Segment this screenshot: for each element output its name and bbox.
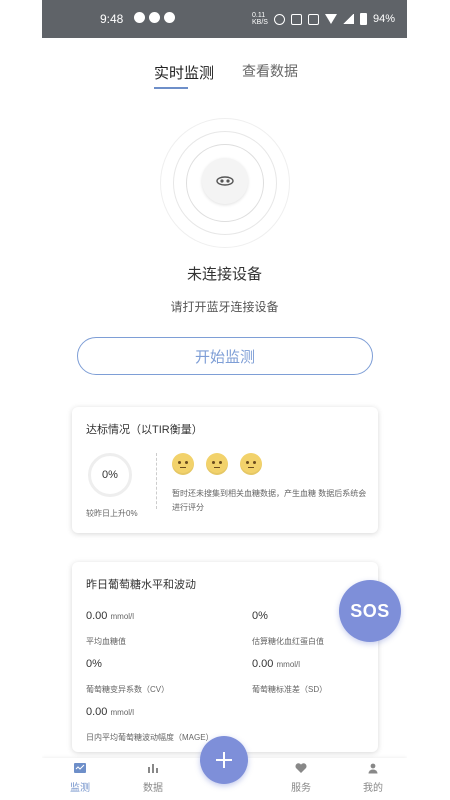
mage-unit: mmol/l: [110, 708, 135, 717]
mage-label: 日内平均葡萄糖波动幅度（MAGE）: [86, 733, 214, 742]
status-bar: 9:48 0.11 KB/S 94%: [42, 0, 407, 38]
tir-percent-circle: 0%: [88, 453, 132, 497]
nav-item-service[interactable]: 服务: [276, 762, 326, 794]
hba1c-value: 0%: [252, 610, 268, 622]
nav-label-data: 数据: [143, 783, 163, 794]
glucose-card-title: 昨日葡萄糖水平和波动: [86, 579, 196, 591]
sd-label: 葡萄糖标准差（SD）: [252, 685, 328, 694]
speed-unit: KB/S: [252, 19, 268, 26]
add-button[interactable]: [200, 736, 248, 784]
face-icon: [240, 453, 262, 475]
device-radar-graphic: [160, 118, 290, 248]
signal-icon: [342, 14, 354, 24]
top-tabs: 实时监测 查看数据: [42, 58, 407, 92]
speed-value: 0.11: [252, 12, 266, 19]
nav-item-data[interactable]: 数据: [128, 762, 178, 794]
rating-faces: [172, 453, 262, 475]
tir-percent-value: 0%: [102, 469, 118, 481]
left-gutter: [0, 0, 42, 800]
heart-icon: [295, 763, 307, 773]
nav-label-mine: 我的: [363, 783, 383, 794]
sd-number: 0.00: [252, 658, 274, 670]
face-icon: [206, 453, 228, 475]
nav-item-monitor[interactable]: 监测: [55, 762, 105, 794]
sos-button[interactable]: SOS: [339, 580, 401, 642]
network-speed: 0.11 KB/S: [252, 12, 268, 26]
tir-compare-text: 较昨日上升0%: [86, 509, 138, 518]
battery-icon: [359, 13, 367, 25]
glucose-card: 昨日葡萄糖水平和波动 0.00 mmol/l 平均血糖值 0% 估算糖化血红蛋白…: [72, 562, 378, 752]
chat-icon: [149, 12, 160, 23]
connection-status-title: 未连接设备: [186, 266, 262, 283]
mage-number: 0.00: [86, 706, 108, 718]
nfc-icon: [290, 13, 302, 25]
battery-level: 94%: [372, 13, 395, 25]
person-icon: [368, 763, 378, 774]
wifi-icon: [324, 14, 337, 24]
avg-glucose-number: 0.00: [86, 610, 108, 622]
nav-label-monitor: 监测: [70, 783, 90, 794]
bar-chart-icon: [148, 764, 158, 773]
status-time: 9:48: [100, 12, 124, 26]
face-icon: [172, 453, 194, 475]
nav-label-service: 服务: [291, 783, 311, 794]
monitor-icon: [74, 763, 86, 773]
mage-value: 0.00 mmol/l: [86, 706, 134, 718]
nav-item-mine[interactable]: 我的: [348, 762, 398, 794]
status-right: 0.11 KB/S 94%: [252, 12, 395, 26]
notification-icons: [134, 12, 175, 23]
avg-glucose-unit: mmol/l: [110, 612, 135, 621]
start-monitoring-button[interactable]: 开始监测: [77, 337, 373, 375]
plus-icon: [216, 752, 232, 768]
tir-message: 暂时还未搜集到相关血糖数据，产生血糖 数据后系统会进行评分: [172, 489, 367, 512]
message-icon: [134, 12, 145, 23]
app-screen: 9:48 0.11 KB/S 94% 实时监测 查看数据 未连接设备 请打开蓝牙…: [42, 0, 407, 800]
hba1c-label: 估算糖化血红蛋白值: [252, 637, 324, 646]
sensor-device-icon: [202, 158, 248, 204]
cv-label: 葡萄糖变异系数（CV）: [86, 685, 170, 694]
avg-glucose-value: 0.00 mmol/l: [86, 610, 134, 622]
active-tab-indicator: [154, 87, 188, 89]
cv-value: 0%: [86, 658, 102, 670]
tir-card-title: 达标情况（以TIR衡量）: [86, 424, 203, 436]
sd-value: 0.00 mmol/l: [252, 658, 300, 670]
tab-realtime-monitor[interactable]: 实时监测: [154, 62, 214, 83]
connection-status-hint: 请打开蓝牙连接设备: [170, 300, 279, 314]
tir-divider: [156, 453, 157, 509]
avg-glucose-label: 平均血糖值: [86, 637, 126, 646]
tab-view-data[interactable]: 查看数据: [242, 61, 298, 81]
tir-card: 达标情况（以TIR衡量） 0% 较昨日上升0% 暂时还未搜集到相关血糖数据，产生…: [72, 407, 378, 533]
chat-icon-2: [164, 12, 175, 23]
sensor-glyph-icon: [216, 176, 234, 186]
right-gutter: [407, 0, 450, 800]
sd-unit: mmol/l: [276, 660, 301, 669]
alarm-icon: [273, 13, 285, 25]
hd-icon: [307, 13, 319, 25]
